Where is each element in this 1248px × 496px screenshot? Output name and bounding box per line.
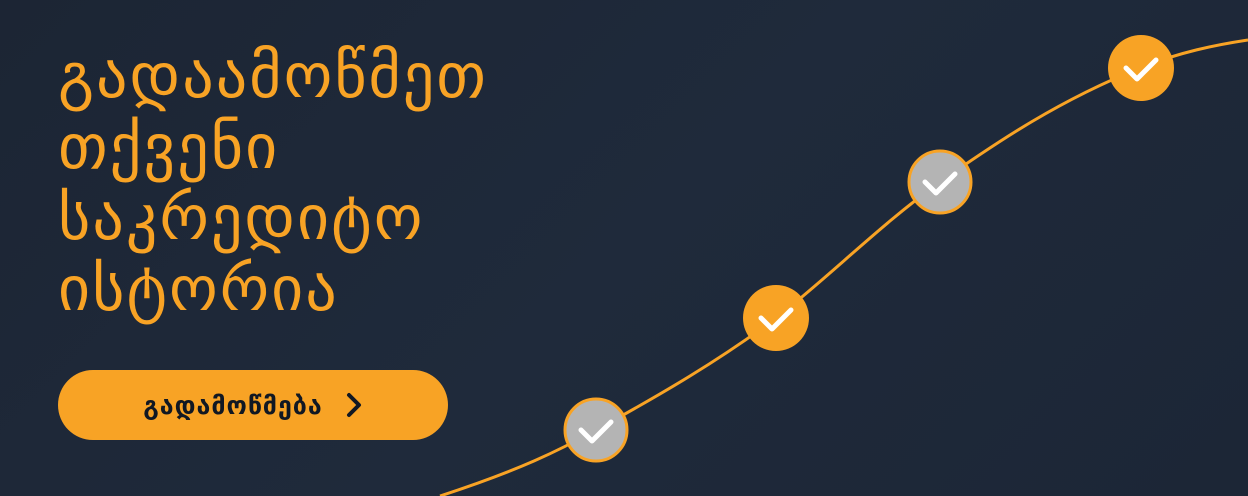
progress-curve-line [439,38,1248,496]
check-button[interactable]: გადამოწმება [58,370,448,440]
checkpoint-3 [907,149,973,215]
headline-line-2: თქვენი [58,110,280,183]
credit-history-banner: გადაამოწმეთ თქვენი საკრედიტო ისტორია გად… [0,0,1248,496]
chevron-right-icon [346,393,361,417]
headline-line-4: ისტორია [58,252,339,325]
checkpoint-4 [1108,35,1174,101]
checkpoint-1 [563,397,629,463]
check-button-label: გადამოწმება [143,390,323,420]
headline-line-1: გადაამოწმეთ [58,39,488,112]
headline: გადაამოწმეთ თქვენი საკრედიტო ისტორია [58,40,488,324]
headline-line-3: საკრედიტო [58,181,425,254]
checkpoint-2 [743,285,809,351]
